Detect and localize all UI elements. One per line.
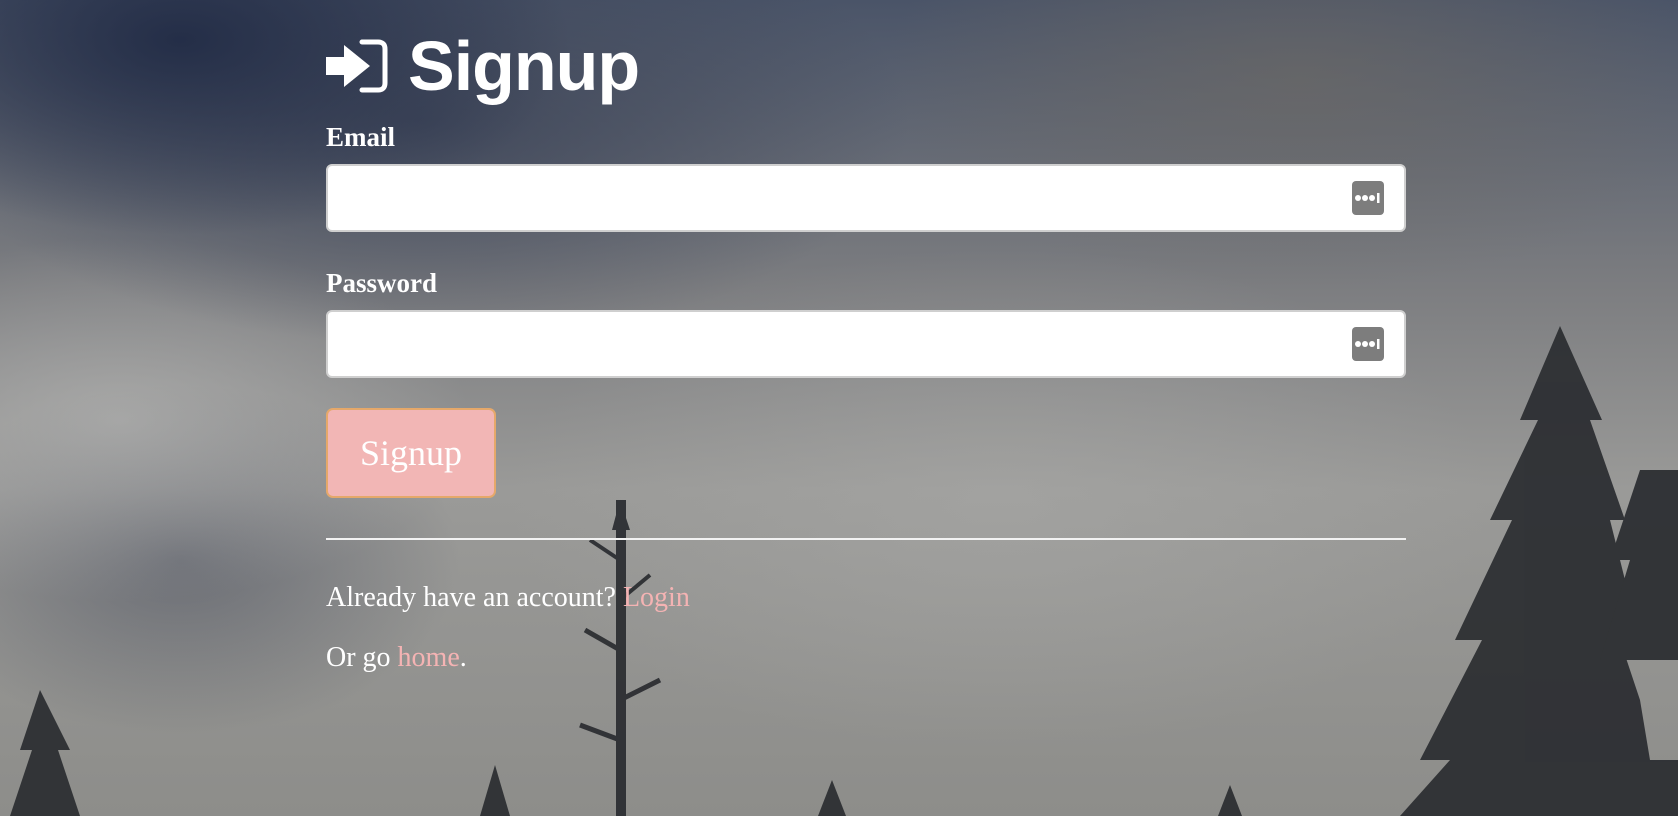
email-label: Email	[326, 122, 396, 152]
password-field-wrapper	[326, 310, 1406, 378]
login-prompt: Already have an account? Login	[326, 582, 1406, 614]
password-field[interactable]	[326, 310, 1406, 378]
email-field[interactable]	[326, 164, 1406, 232]
email-field-wrapper	[326, 164, 1406, 232]
divider	[326, 538, 1406, 540]
password-manager-icon[interactable]	[1352, 181, 1384, 215]
home-prefix-text: Or go	[326, 642, 391, 673]
password-manager-icon[interactable]	[1352, 327, 1384, 361]
signup-button[interactable]: Signup	[326, 408, 496, 498]
sign-in-icon	[326, 39, 388, 93]
signup-panel: Signup Email Password Signup Already hav…	[326, 0, 1406, 674]
password-label: Password	[326, 268, 438, 298]
home-suffix-text: .	[459, 642, 467, 673]
account-prompt-text: Already have an account?	[326, 582, 616, 613]
page-title: Signup	[408, 27, 640, 105]
page-header: Signup	[326, 28, 1406, 104]
home-prompt: Or go home.	[326, 642, 1406, 674]
home-link[interactable]: home	[398, 642, 460, 673]
login-link[interactable]: Login	[623, 582, 690, 613]
